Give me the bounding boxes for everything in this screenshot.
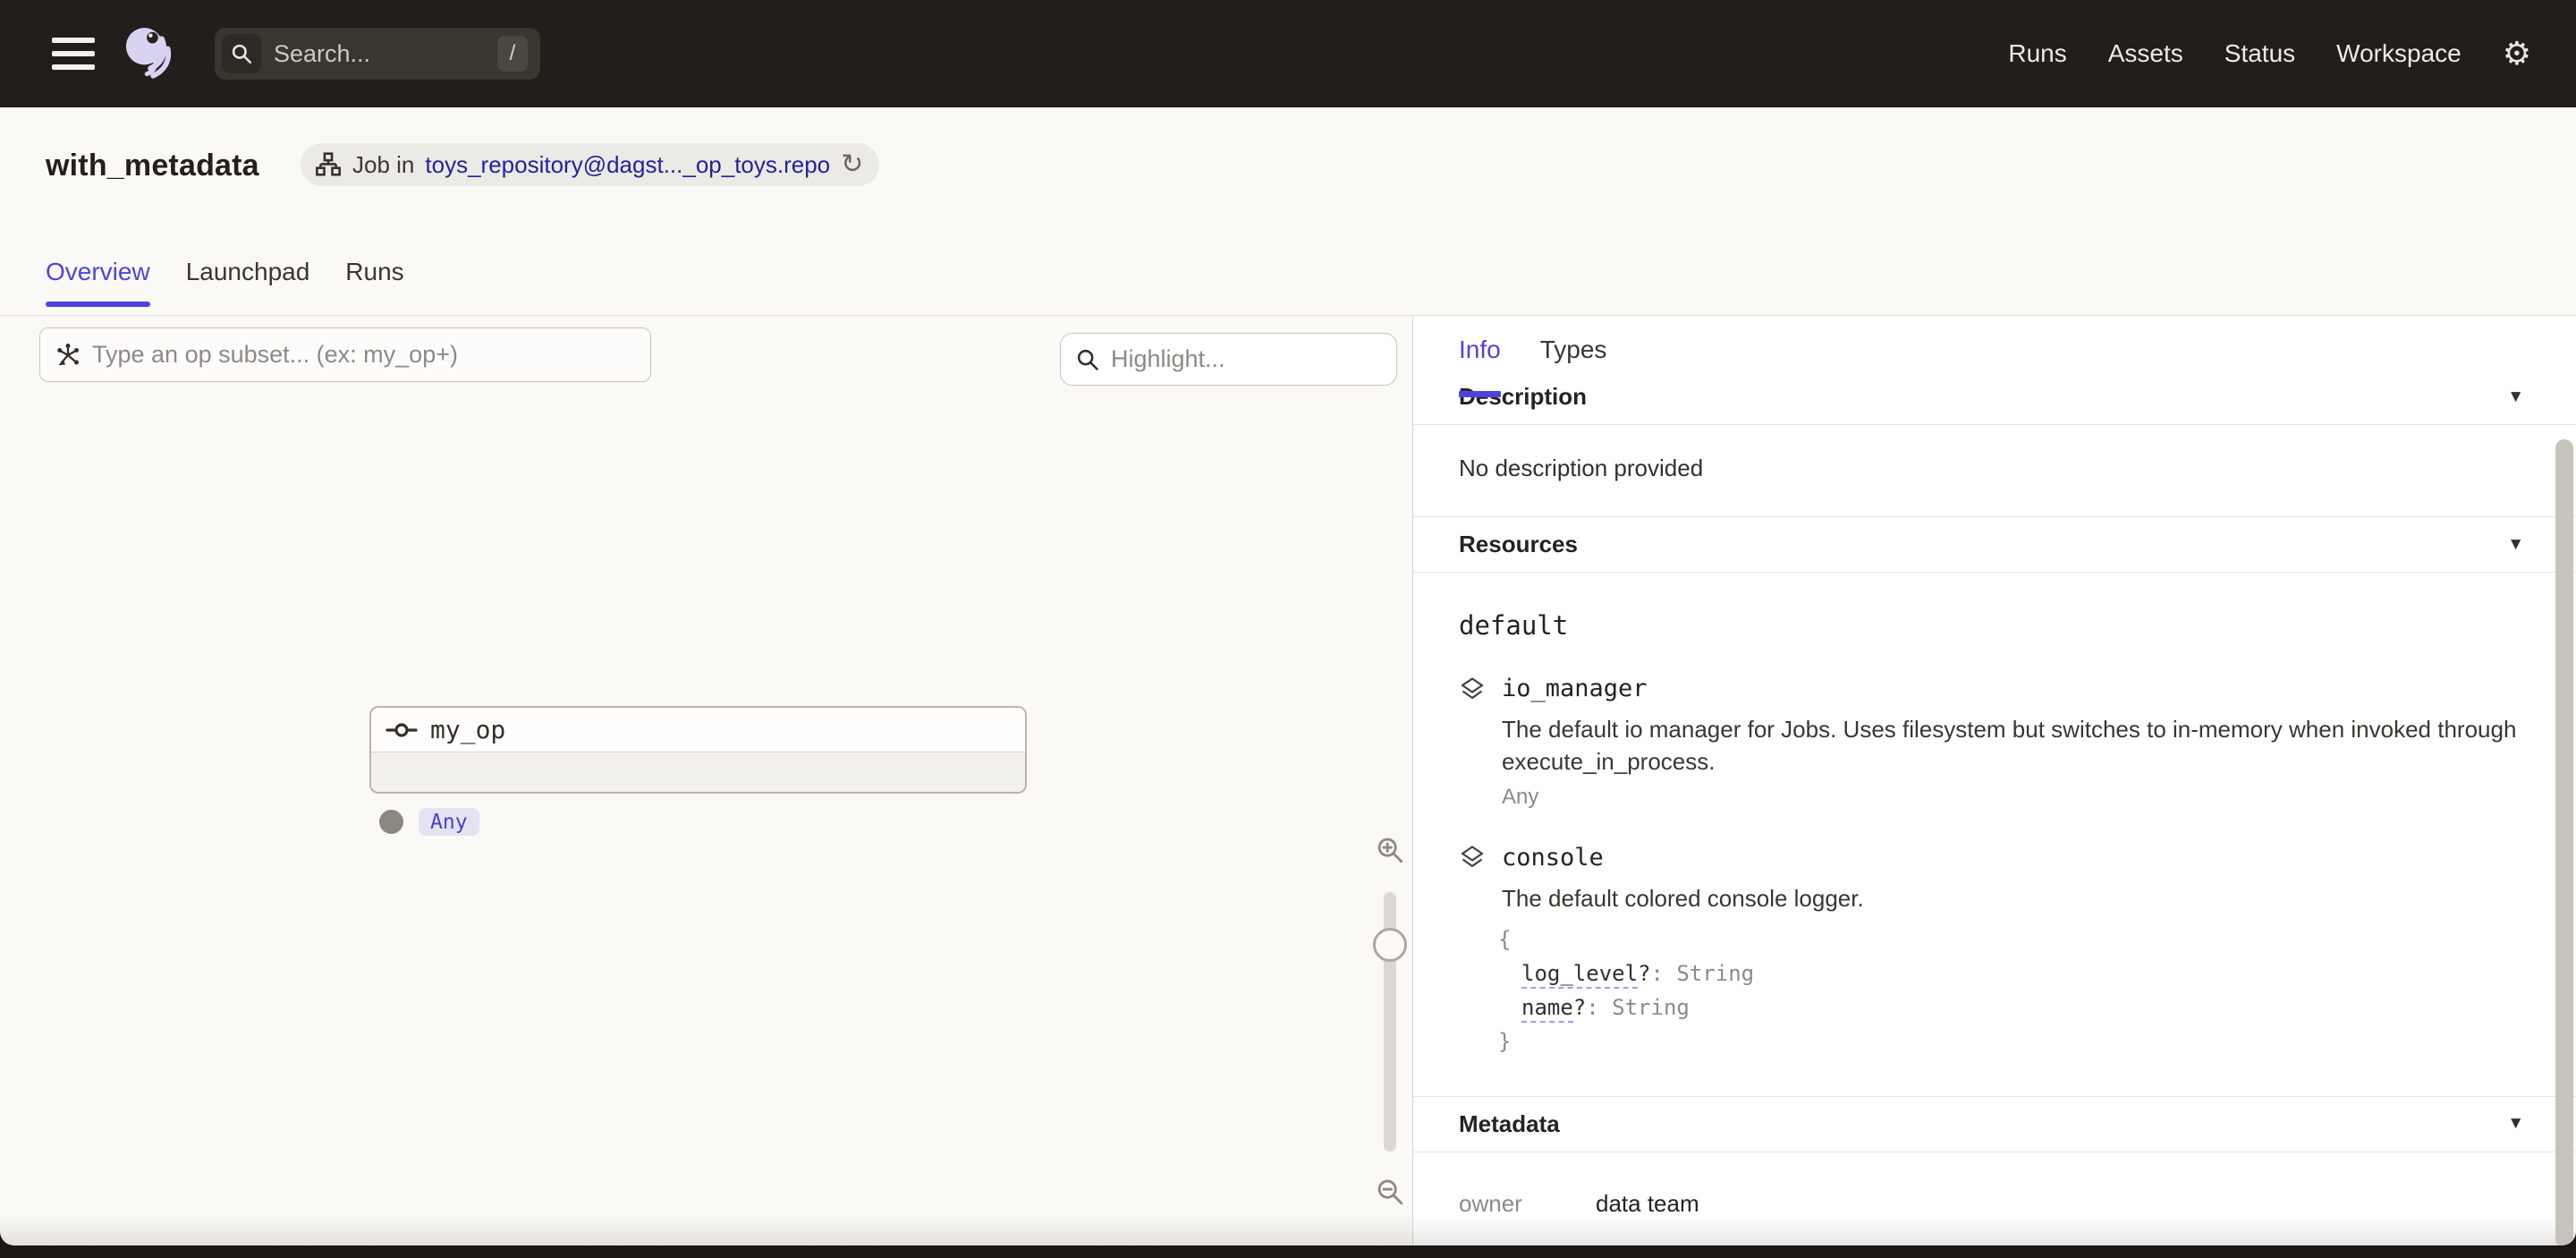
job-breadcrumb: Job in toys_repository@dagst..._op_toys.… [301, 143, 879, 186]
job-header: with_metadata Job in toys_repository@dag… [0, 107, 2576, 316]
description-section-header[interactable]: Description ▼ [1413, 384, 2576, 425]
metadata-key: link [1459, 1243, 1596, 1245]
resource-group-name: default [1459, 610, 2522, 641]
resource-config-type: Any [1502, 785, 2522, 810]
detail-tabs: Info Types [1459, 336, 1606, 386]
resource-io-manager: io_manager The default io manager for Jo… [1459, 675, 2522, 810]
schema-open-brace: { [1498, 922, 2522, 956]
resource-console: console The default colored console logg… [1459, 844, 2522, 1058]
tab-info[interactable]: Info [1459, 336, 1501, 386]
metadata-row-owner: owner data team [1459, 1177, 2522, 1230]
tab-runs[interactable]: Runs [345, 258, 403, 315]
chevron-down-icon[interactable]: ▼ [2507, 535, 2524, 555]
resource-icon [1459, 676, 1486, 702]
repository-link[interactable]: toys_repository@dagst..._op_toys.repo [425, 151, 830, 179]
op-subset-placeholder: Type an op subset... (ex: my_op+) [92, 341, 458, 369]
chevron-down-icon[interactable]: ▼ [2507, 1114, 2524, 1134]
nav-status[interactable]: Status [2224, 39, 2295, 68]
hamburger-menu-icon[interactable] [52, 38, 95, 70]
schema-close-brace: } [1498, 1024, 2522, 1058]
description-title: Description [1459, 384, 1587, 411]
resource-description: The default colored console logger. [1502, 883, 2517, 915]
tab-overview[interactable]: Overview [46, 258, 150, 315]
resources-title: Resources [1459, 531, 1578, 558]
nav-assets[interactable]: Assets [2108, 39, 2183, 68]
zoom-out-icon[interactable] [1375, 1177, 1405, 1207]
detail-scroll-area[interactable]: Description ▼ No description provided Re… [1413, 384, 2576, 1245]
metadata-section-header[interactable]: Metadata ▼ [1413, 1097, 2576, 1152]
resource-description: The default io manager for Jobs. Uses fi… [1502, 714, 2517, 778]
zoom-slider-track[interactable] [1384, 892, 1396, 1152]
nav-runs[interactable]: Runs [2008, 39, 2066, 68]
zoom-slider-handle[interactable] [1373, 928, 1407, 962]
dagster-logo-icon[interactable] [120, 24, 179, 83]
op-subset-input[interactable]: Type an op subset... (ex: my_op+) [39, 327, 651, 382]
resource-name: console [1502, 844, 1604, 871]
resources-section-body: default io_manager The default io manage… [1413, 573, 2576, 1097]
job-detail-pane: Info Types Description ▼ No description … [1413, 316, 2576, 1245]
job-in-label: Job in [352, 151, 414, 179]
resource-name: io_manager [1502, 675, 1648, 702]
chevron-down-icon[interactable]: ▼ [2507, 387, 2524, 407]
metadata-value: data team [1596, 1190, 1699, 1218]
metadata-link[interactable]: https://dagster.io [1596, 1243, 1767, 1245]
gear-icon[interactable]: ⚙ [2503, 38, 2531, 70]
metadata-key: owner [1459, 1190, 1596, 1218]
highlight-search-icon [1075, 347, 1100, 372]
op-graph-pane: Type an op subset... (ex: my_op+) Highli… [0, 316, 1413, 1245]
panel-scrollbar[interactable] [2555, 439, 2573, 1245]
metadata-row-link: link https://dagster.io [1459, 1230, 2522, 1245]
resources-section-header[interactable]: Resources ▼ [1413, 517, 2576, 573]
refresh-icon[interactable]: ↻ [841, 151, 863, 178]
nav-workspace[interactable]: Workspace [2336, 39, 2462, 68]
graph-zoom-control [1367, 835, 1413, 1207]
link-icon [1777, 1244, 1802, 1245]
schema-field-name: name?: String [1498, 990, 2522, 1024]
main-content: Type an op subset... (ex: my_op+) Highli… [0, 316, 2576, 1245]
highlight-input[interactable]: Highlight... [1060, 333, 1397, 386]
metadata-title: Metadata [1459, 1110, 1560, 1138]
page-title: with_metadata [46, 149, 259, 183]
op-node-my-op[interactable]: my_op [369, 706, 1027, 794]
config-schema-block: { log_level?: String name?: String } [1498, 922, 2522, 1058]
schema-field-log-level: log_level?: String [1498, 956, 2522, 990]
search-shortcut-key: / [497, 36, 528, 72]
highlight-placeholder: Highlight... [1111, 345, 1225, 373]
no-description-text: No description provided [1459, 455, 2530, 482]
global-search-input[interactable]: Search... / [215, 28, 540, 80]
tab-types[interactable]: Types [1540, 336, 1607, 386]
top-navigation-bar: Search... / Runs Assets Status Workspace… [0, 0, 2576, 107]
description-section-body: No description provided [1413, 425, 2576, 517]
job-graph-icon [315, 151, 342, 178]
search-icon [222, 34, 261, 73]
op-selector-icon [55, 342, 81, 369]
app-window: Search... / Runs Assets Status Workspace… [0, 0, 2576, 1245]
zoom-in-icon[interactable] [1375, 835, 1405, 865]
output-type-badge[interactable]: Any [419, 808, 479, 836]
tab-launchpad[interactable]: Launchpad [186, 258, 310, 315]
metadata-section-body: owner data team link https://dagster.io [1413, 1152, 2576, 1245]
search-placeholder: Search... [274, 40, 497, 68]
op-output-handle[interactable] [379, 810, 403, 834]
resource-icon [1459, 844, 1486, 871]
job-tabs: Overview Launchpad Runs [46, 258, 404, 315]
top-nav-links: Runs Assets Status Workspace ⚙ [2008, 38, 2576, 70]
op-icon [386, 719, 418, 741]
op-node-name: my_op [430, 715, 505, 744]
